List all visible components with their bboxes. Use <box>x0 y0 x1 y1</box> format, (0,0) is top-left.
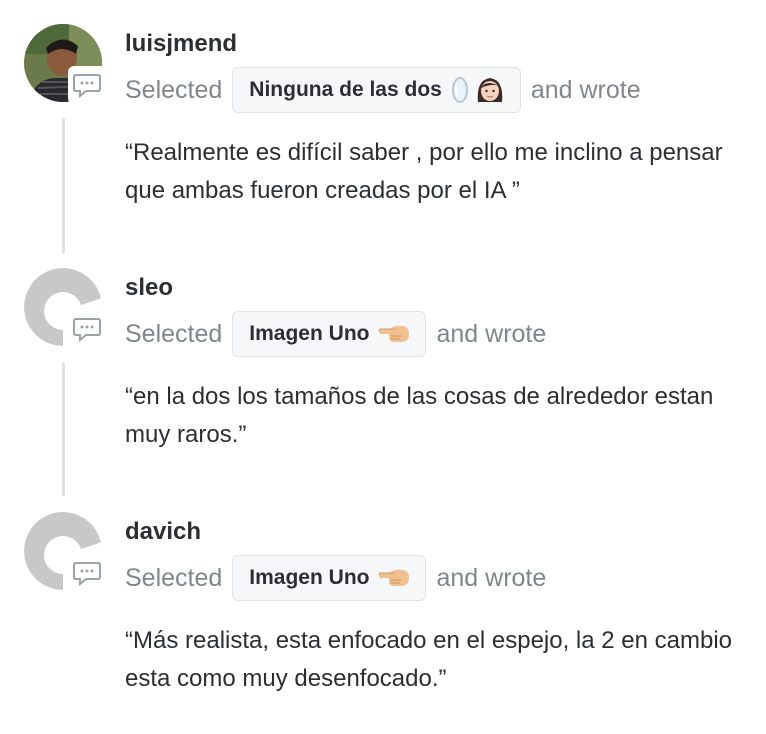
selection-row: Selected Imagen Uno and wrote <box>125 310 546 358</box>
speech-bubble-icon <box>73 74 101 99</box>
comment-text: “Más realista, esta enfocado en el espej… <box>125 627 733 692</box>
timeline-connector <box>62 118 65 254</box>
selected-label: Selected <box>125 563 223 592</box>
mirror-icon <box>451 77 468 103</box>
avatar-group[interactable] <box>24 268 106 348</box>
pointing-left-hand-icon <box>378 325 410 342</box>
wrote-label: and wrote <box>530 75 641 104</box>
selected-label: Selected <box>125 319 223 348</box>
comment-badge <box>68 310 106 348</box>
comment-badge <box>68 554 106 592</box>
comment-feed: luisjmend Selected Ninguna de las dos an… <box>0 0 766 734</box>
choice-chip[interactable]: Ninguna de las dos <box>232 67 521 113</box>
speech-bubble-icon <box>73 318 101 343</box>
choice-label: Imagen Uno <box>249 566 370 589</box>
comment-text: “Realmente es difícil saber , por ello m… <box>125 139 723 204</box>
wrote-label: and wrote <box>436 563 547 592</box>
comment-text: “en la dos los tamaños de las cosas de a… <box>125 383 714 448</box>
pointing-left-hand-icon <box>378 569 410 586</box>
timeline-connector <box>62 362 65 496</box>
avatar-group[interactable] <box>24 24 106 104</box>
choice-label: Ninguna de las dos <box>249 78 442 101</box>
username[interactable]: sleo <box>125 274 173 302</box>
selection-row: Selected Ninguna de las dos and wrote <box>125 66 641 114</box>
woman-face-icon <box>477 78 503 102</box>
choice-chip[interactable]: Imagen Uno <box>232 555 427 601</box>
username[interactable]: davich <box>125 518 201 546</box>
speech-bubble-icon <box>73 562 101 587</box>
choice-label: Imagen Uno <box>249 322 370 345</box>
comment-badge <box>68 66 106 104</box>
selection-row: Selected Imagen Uno and wrote <box>125 554 546 602</box>
selected-label: Selected <box>125 75 223 104</box>
avatar-group[interactable] <box>24 512 106 592</box>
wrote-label: and wrote <box>436 319 547 348</box>
username[interactable]: luisjmend <box>125 30 237 58</box>
choice-chip[interactable]: Imagen Uno <box>232 311 427 357</box>
